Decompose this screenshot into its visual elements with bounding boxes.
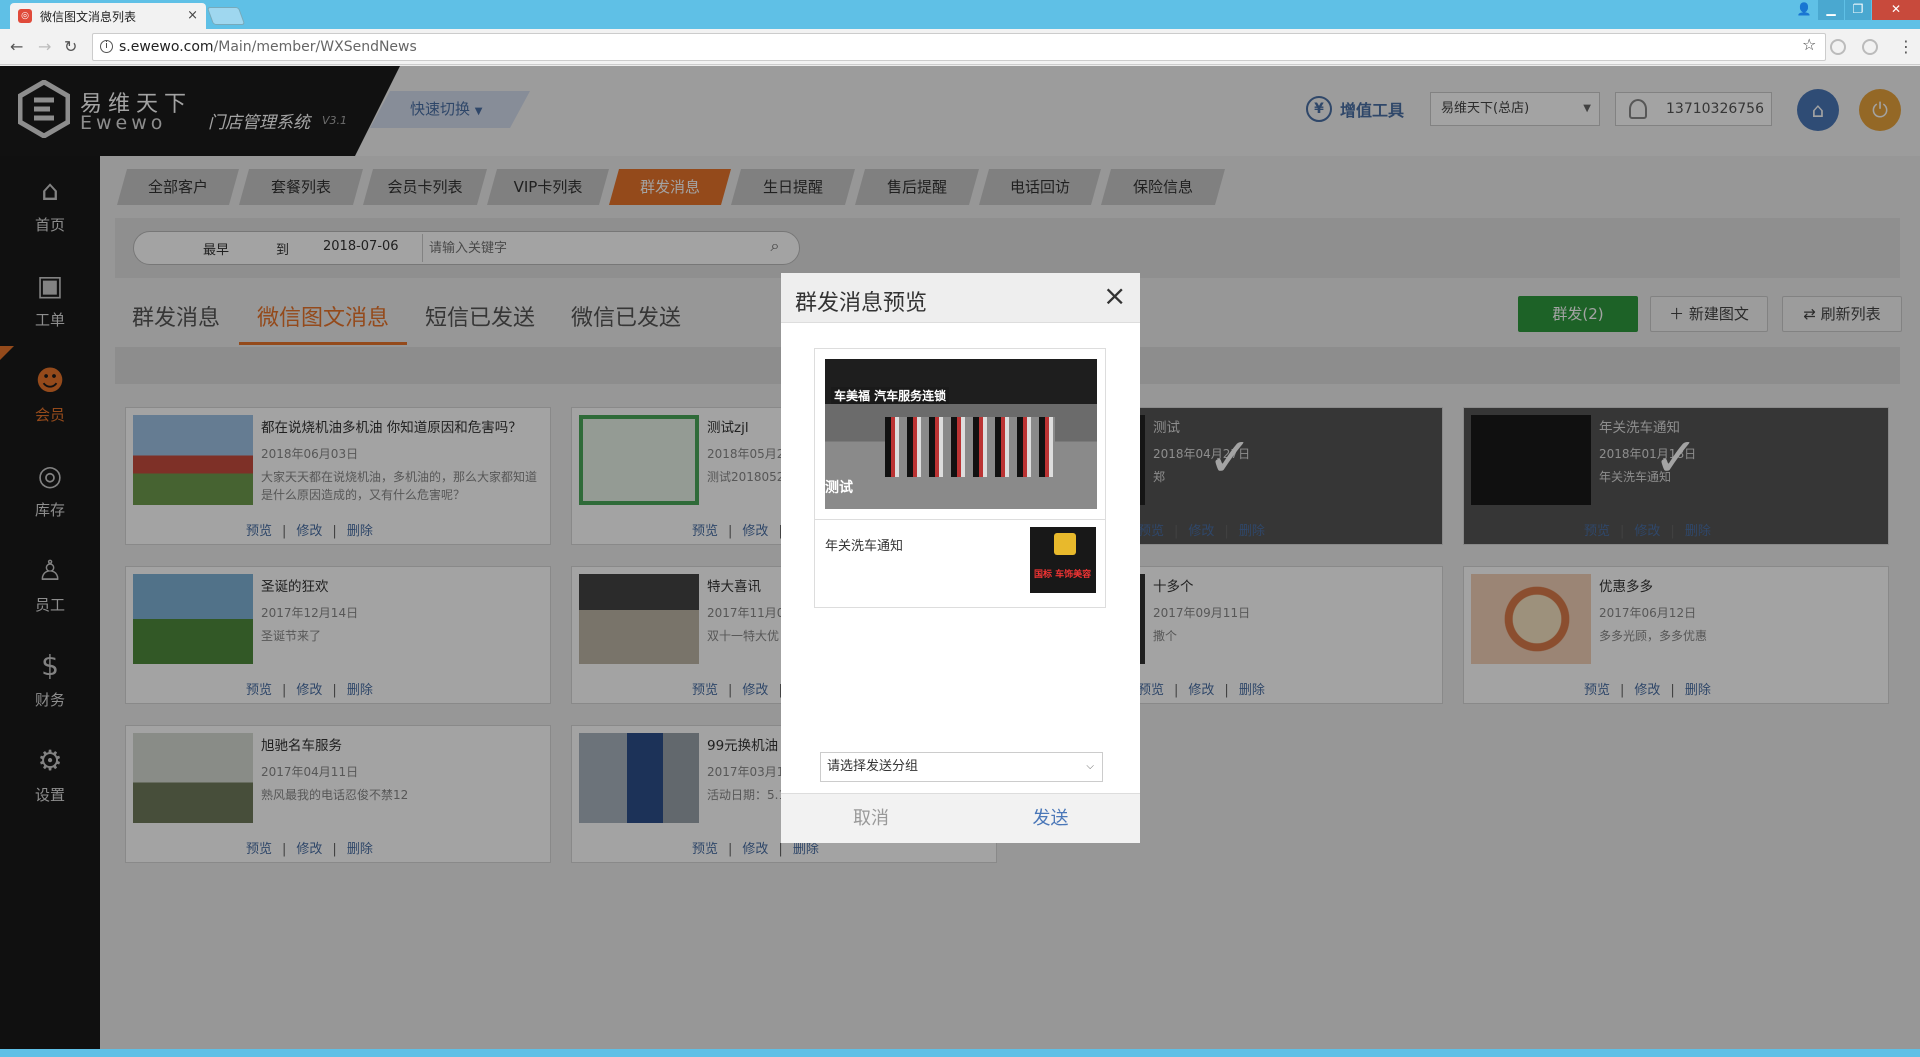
cover-title: 测试 xyxy=(825,480,853,496)
send-button[interactable]: 发送 xyxy=(961,794,1140,844)
profile-icon[interactable]: 👤 xyxy=(1791,0,1817,20)
bookmark-star-icon[interactable]: ☆ xyxy=(1802,35,1816,54)
divider xyxy=(815,519,1105,520)
chevron-down-icon: ⌵ xyxy=(1086,761,1094,772)
cover-image: 车美福 汽车服务连锁 xyxy=(825,359,1097,509)
shop-logo-icon xyxy=(1054,533,1076,555)
send-group-select[interactable]: 请选择发送分组 ⌵ xyxy=(820,752,1103,782)
preview-modal: 群发消息预览 × 车美福 汽车服务连锁 测试 年关洗车通知 国标 车饰美容 请选… xyxy=(781,273,1140,843)
extension-icon[interactable] xyxy=(1862,39,1878,55)
cover-shop-sign: 车美福 汽车服务连锁 xyxy=(831,387,950,404)
message-preview: 车美福 汽车服务连锁 测试 年关洗车通知 国标 车饰美容 xyxy=(814,348,1106,608)
url-path: /Main/member/WXSendNews xyxy=(213,39,417,55)
restore-icon[interactable]: ❐ xyxy=(1845,0,1871,20)
item-title: 年关洗车通知 xyxy=(825,539,904,554)
back-icon[interactable]: ← xyxy=(10,37,23,56)
modal-footer: 取消 发送 xyxy=(781,793,1140,843)
reload-icon[interactable]: ↻ xyxy=(64,37,77,56)
modal-header: 群发消息预览 × xyxy=(781,273,1140,323)
forward-icon[interactable]: → xyxy=(38,37,51,56)
item-thumbnail: 国标 车饰美容 xyxy=(1030,527,1096,593)
close-icon[interactable]: × xyxy=(1103,279,1126,312)
url-bar[interactable]: i s.ewewo.com/Main/member/WXSendNews xyxy=(92,33,1826,61)
address-toolbar: ← → ↻ i s.ewewo.com/Main/member/WXSendNe… xyxy=(0,29,1920,65)
menu-dots-icon[interactable]: ⋮ xyxy=(1898,37,1914,56)
close-tab-icon[interactable]: × xyxy=(187,8,198,23)
site-favicon-icon: ◎ xyxy=(18,9,32,23)
site-info-icon[interactable]: i xyxy=(100,40,113,53)
close-window-icon[interactable]: ✕ xyxy=(1872,0,1920,20)
browser-tab[interactable]: ◎ 微信图文消息列表 × xyxy=(10,3,206,29)
send-group-value: 请选择发送分组 xyxy=(827,759,919,774)
browser-tab-title: 微信图文消息列表 xyxy=(40,9,137,24)
url-host: s.ewewo.com xyxy=(119,39,214,55)
modal-title: 群发消息预览 xyxy=(795,291,928,316)
cancel-button[interactable]: 取消 xyxy=(781,794,961,844)
browser-tab-strip xyxy=(0,0,1920,29)
minimize-icon[interactable]: ▁ xyxy=(1818,0,1844,20)
staff-group-photo xyxy=(885,417,1055,477)
extension-icon[interactable] xyxy=(1830,39,1846,55)
item-shop-sign: 国标 车饰美容 xyxy=(1034,570,1092,580)
new-tab-button[interactable] xyxy=(206,7,246,25)
os-taskbar xyxy=(0,1049,1920,1057)
